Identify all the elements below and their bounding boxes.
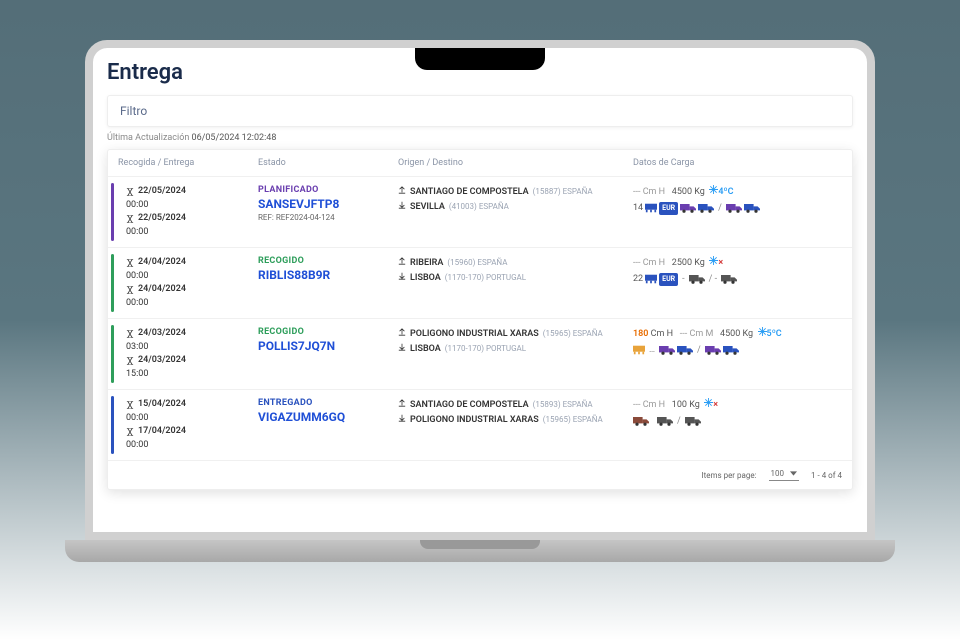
truck-icon <box>677 345 693 355</box>
pallet-icon <box>633 345 645 355</box>
truck-icon <box>721 274 737 284</box>
state-cell: RECOGIDO POLLIS7JQ7N <box>258 327 398 381</box>
hourglass-icon <box>126 428 134 436</box>
truck-icon <box>657 416 673 426</box>
status-badge: PLANIFICADO <box>258 185 398 195</box>
status-badge: ENTREGADO <box>258 398 398 408</box>
col-header-date: Recogida / Entrega <box>118 158 258 168</box>
origin-icon <box>398 257 406 265</box>
truck-icon <box>705 345 721 355</box>
truck-icon <box>633 416 649 426</box>
snowflake-icon <box>709 256 718 265</box>
laptop-notch <box>415 48 545 70</box>
truck-icon <box>685 416 701 426</box>
status-badge: RECOGIDO <box>258 327 398 337</box>
route-cell: SANTIAGO DE COMPOSTELA (15893) ESPAÑA PO… <box>398 398 633 452</box>
snowflake-icon <box>758 327 767 336</box>
status-bar <box>111 396 114 454</box>
origin-icon <box>398 399 406 407</box>
state-cell: PLANIFICADO SANSEVJFTP8 REF: REF2024-04-… <box>258 185 398 239</box>
truck-icon <box>680 203 696 213</box>
deliveries-table: Recogida / Entrega Estado Origen / Desti… <box>107 149 853 490</box>
hourglass-icon <box>126 215 134 223</box>
hourglass-icon <box>126 330 134 338</box>
col-header-route: Origen / Destino <box>398 158 633 168</box>
col-header-cargo: Datos de Carga <box>633 158 833 168</box>
route-cell: POLIGONO INDUSTRIAL XARAS (15965) ESPAÑA… <box>398 327 633 381</box>
snowflake-icon <box>704 398 713 407</box>
destination-icon <box>398 343 406 351</box>
date-cell: 24/04/2024 00:00 24/04/2024 00:00 <box>118 256 258 310</box>
col-header-state: Estado <box>258 158 398 168</box>
table-pager: Items per page: 100 1 - 4 of 4 <box>108 461 852 489</box>
state-cell: RECOGIDO RIBLIS88B9R <box>258 256 398 310</box>
status-badge: RECOGIDO <box>258 256 398 266</box>
status-bar <box>111 254 114 312</box>
cargo-cell: 180 Cm H --- Cm M 4500 Kg 5ºC …/ <box>633 327 833 381</box>
hourglass-icon <box>126 188 134 196</box>
hourglass-icon <box>126 401 134 409</box>
app-screen: Entrega Filtro Última Actualización 06/0… <box>93 48 867 532</box>
route-cell: SANTIAGO DE COMPOSTELA (15887) ESPAÑA SE… <box>398 185 633 239</box>
shipment-code-link[interactable]: RIBLIS88B9R <box>258 268 398 282</box>
items-per-page-select[interactable]: 100 <box>769 469 800 481</box>
table-row: 15/04/2024 00:00 17/04/2024 00:00 ENTREG… <box>108 390 852 461</box>
laptop-mockup: Entrega Filtro Última Actualización 06/0… <box>65 40 895 600</box>
hourglass-icon <box>126 286 134 294</box>
date-cell: 15/04/2024 00:00 17/04/2024 00:00 <box>118 398 258 452</box>
shipment-code-link[interactable]: SANSEVJFTP8 <box>258 197 398 211</box>
shipment-code-link[interactable]: POLLIS7JQ7N <box>258 339 398 353</box>
date-cell: 24/03/2024 03:00 24/03/2024 15:00 <box>118 327 258 381</box>
pallet-icon <box>645 203 657 213</box>
route-cell: RIBEIRA (15960) ESPAÑA LISBOA (1170-170)… <box>398 256 633 310</box>
table-row: 22/05/2024 00:00 22/05/2024 00:00 PLANIF… <box>108 177 852 248</box>
last-update: Última Actualización 06/05/2024 12:02:48 <box>107 133 853 143</box>
hourglass-icon <box>126 259 134 267</box>
origin-icon <box>398 186 406 194</box>
truck-icon <box>744 203 760 213</box>
laptop-base <box>65 540 895 562</box>
truck-icon <box>689 274 705 284</box>
destination-icon <box>398 201 406 209</box>
status-bar <box>111 325 114 383</box>
origin-icon <box>398 328 406 336</box>
cargo-cell: --- Cm H 100 Kg × / <box>633 398 833 452</box>
truck-icon <box>726 203 742 213</box>
truck-icon <box>723 345 739 355</box>
items-per-page-label: Items per page: <box>701 471 756 480</box>
shipment-ref: REF: REF2024-04-124 <box>258 213 398 222</box>
cargo-cell: --- Cm H 4500 Kg 4ºC 14EUR / <box>633 185 833 239</box>
pallet-icon <box>645 274 657 284</box>
truck-icon <box>659 345 675 355</box>
table-row: 24/03/2024 03:00 24/03/2024 15:00 RECOGI… <box>108 319 852 390</box>
cargo-cell: --- Cm H 2500 Kg × 22EUR -/ - <box>633 256 833 310</box>
destination-icon <box>398 414 406 422</box>
destination-icon <box>398 272 406 280</box>
table-header: Recogida / Entrega Estado Origen / Desti… <box>108 150 852 177</box>
date-cell: 22/05/2024 00:00 22/05/2024 00:00 <box>118 185 258 239</box>
chevron-down-icon <box>790 471 797 476</box>
table-row: 24/04/2024 00:00 24/04/2024 00:00 RECOGI… <box>108 248 852 319</box>
hourglass-icon <box>126 357 134 365</box>
state-cell: ENTREGADO VIGAZUMM6GQ <box>258 398 398 452</box>
filter-panel-toggle[interactable]: Filtro <box>107 95 853 127</box>
page-range: 1 - 4 of 4 <box>811 471 842 480</box>
status-bar <box>111 183 114 241</box>
truck-icon <box>698 203 714 213</box>
snowflake-icon <box>709 185 718 194</box>
shipment-code-link[interactable]: VIGAZUMM6GQ <box>258 410 398 424</box>
